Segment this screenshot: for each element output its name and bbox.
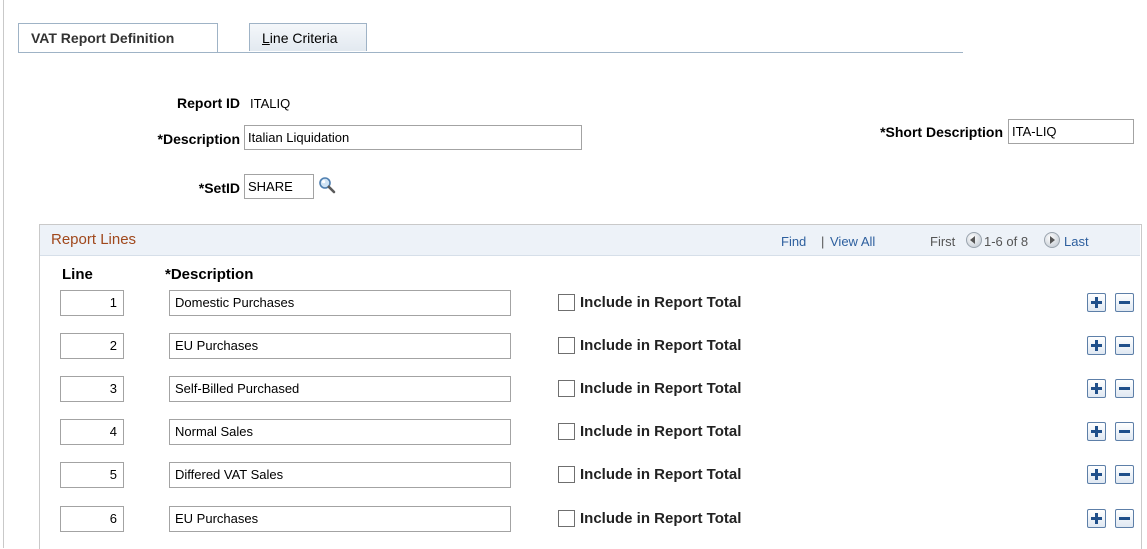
magnifier-icon[interactable] (318, 176, 336, 194)
include-in-total-label: Include in Report Total (580, 466, 742, 483)
include-in-total-checkbox[interactable] (558, 337, 575, 354)
include-in-total-label: Include in Report Total (580, 423, 742, 440)
plus-icon (1091, 426, 1102, 437)
page-range: 1-6 of 8 (984, 234, 1029, 249)
include-in-total-checkbox[interactable] (558, 466, 575, 483)
line-description-field[interactable]: EU Purchases (169, 333, 511, 359)
line-number-field[interactable]: 3 (60, 376, 124, 402)
grid-title: Report Lines (51, 231, 137, 248)
plus-icon (1091, 513, 1102, 524)
line-number-field[interactable]: 2 (60, 333, 124, 359)
line-description-field[interactable]: EU Purchases (169, 506, 511, 532)
plus-icon (1091, 469, 1102, 480)
delete-row-button[interactable] (1115, 422, 1134, 441)
include-in-total-label: Include in Report Total (580, 294, 742, 311)
include-in-total-label: Include in Report Total (580, 510, 742, 527)
grid-header: Report Lines Find | View All First 1-6 o… (40, 225, 1140, 256)
line-description-field[interactable]: Normal Sales (169, 419, 511, 445)
arrow-right-icon[interactable] (1044, 232, 1060, 248)
report-id-label: Report ID (177, 95, 240, 111)
minus-icon (1119, 387, 1130, 390)
column-header-line: Line (62, 266, 93, 283)
tab-underline (18, 52, 963, 53)
tab-vat-report-definition[interactable]: VAT Report Definition (18, 23, 218, 53)
tab-label: ine Criteria (269, 30, 338, 46)
plus-icon (1091, 383, 1102, 394)
line-number-field[interactable]: 6 (60, 506, 124, 532)
line-description-field[interactable]: Differed VAT Sales (169, 462, 511, 488)
arrow-left-icon[interactable] (966, 232, 982, 248)
minus-icon (1119, 473, 1130, 476)
minus-icon (1119, 301, 1130, 304)
plus-icon (1091, 297, 1102, 308)
add-row-button[interactable] (1087, 336, 1106, 355)
minus-icon (1119, 517, 1130, 520)
report-id-value: ITALIQ (250, 96, 291, 111)
plus-icon (1091, 340, 1102, 351)
line-description-field[interactable]: Domestic Purchases (169, 290, 511, 316)
delete-row-button[interactable] (1115, 465, 1134, 484)
line-number-field[interactable]: 1 (60, 290, 124, 316)
include-in-total-checkbox[interactable] (558, 423, 575, 440)
delete-row-button[interactable] (1115, 293, 1134, 312)
short-description-label: *Short Description (880, 124, 1003, 140)
setid-label: *SetID (198, 180, 240, 196)
include-in-total-checkbox[interactable] (558, 294, 575, 311)
description-field[interactable]: Italian Liquidation (244, 125, 582, 150)
include-in-total-label: Include in Report Total (580, 380, 742, 397)
setid-field[interactable]: SHARE (244, 174, 314, 199)
view-all-link[interactable]: View All (830, 234, 875, 249)
include-in-total-checkbox[interactable] (558, 510, 575, 527)
table-row: 2 EU Purchases Include in Report Total (0, 333, 1147, 363)
delete-row-button[interactable] (1115, 336, 1134, 355)
table-row: 3 Self-Billed Purchased Include in Repor… (0, 376, 1147, 406)
add-row-button[interactable] (1087, 422, 1106, 441)
include-in-total-checkbox[interactable] (558, 380, 575, 397)
delete-row-button[interactable] (1115, 509, 1134, 528)
find-link[interactable]: Find (781, 234, 806, 249)
add-row-button[interactable] (1087, 465, 1106, 484)
include-in-total-label: Include in Report Total (580, 337, 742, 354)
minus-icon (1119, 344, 1130, 347)
add-row-button[interactable] (1087, 509, 1106, 528)
table-row: 6 EU Purchases Include in Report Total (0, 506, 1147, 536)
add-row-button[interactable] (1087, 379, 1106, 398)
tab-label: VAT Report Definition (31, 30, 175, 46)
minus-icon (1119, 430, 1130, 433)
last-link[interactable]: Last (1064, 234, 1089, 249)
tab-accesskey: L (262, 30, 270, 46)
line-description-field[interactable]: Self-Billed Purchased (169, 376, 511, 402)
table-row: 4 Normal Sales Include in Report Total (0, 419, 1147, 449)
line-number-field[interactable]: 5 (60, 462, 124, 488)
link-separator: | (821, 234, 825, 249)
short-description-field[interactable]: ITA-LIQ (1008, 119, 1134, 144)
first-label[interactable]: First (930, 234, 955, 249)
add-row-button[interactable] (1087, 293, 1106, 312)
table-row: 5 Differed VAT Sales Include in Report T… (0, 462, 1147, 492)
tab-line-criteria[interactable]: Line Criteria (249, 23, 367, 51)
column-header-description: *Description (165, 266, 254, 283)
table-row: 1 Domestic Purchases Include in Report T… (0, 290, 1147, 320)
description-label: *Description (157, 131, 240, 147)
line-number-field[interactable]: 4 (60, 419, 124, 445)
delete-row-button[interactable] (1115, 379, 1134, 398)
